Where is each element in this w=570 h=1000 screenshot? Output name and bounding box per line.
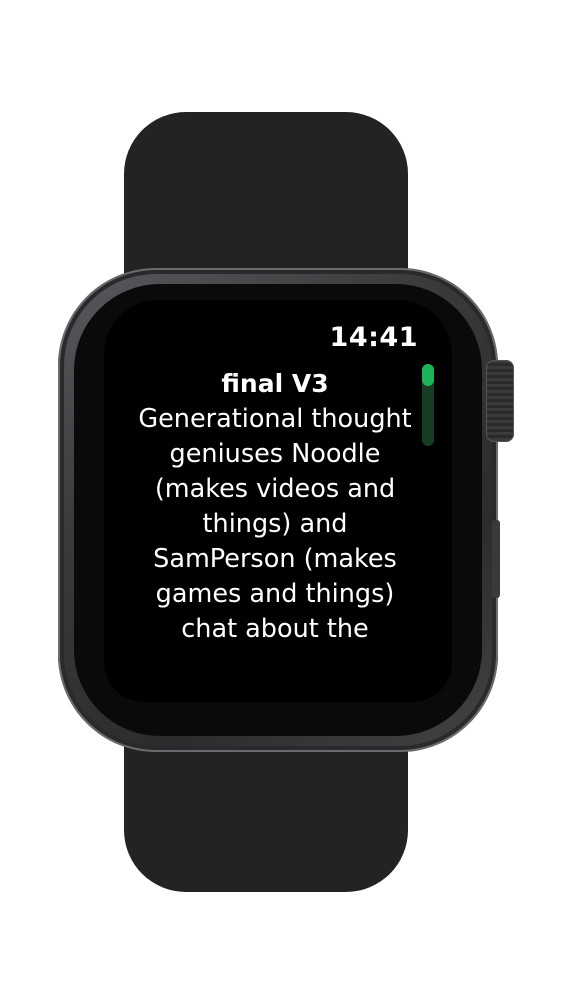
episode-title: final V3	[221, 369, 329, 398]
watch-device: 14:41 final V3 Generational thought geni…	[0, 0, 570, 1000]
status-time: 14:41	[329, 322, 418, 353]
episode-description: Generational thought geniuses Noodle (ma…	[138, 404, 412, 644]
scroll-indicator-thumb	[422, 364, 434, 387]
digital-crown[interactable]	[486, 360, 514, 442]
side-button[interactable]	[492, 520, 500, 598]
episode-detail[interactable]: final V3 Generational thought geniuses N…	[134, 366, 416, 647]
watch-screen[interactable]: 14:41 final V3 Generational thought geni…	[104, 300, 452, 702]
